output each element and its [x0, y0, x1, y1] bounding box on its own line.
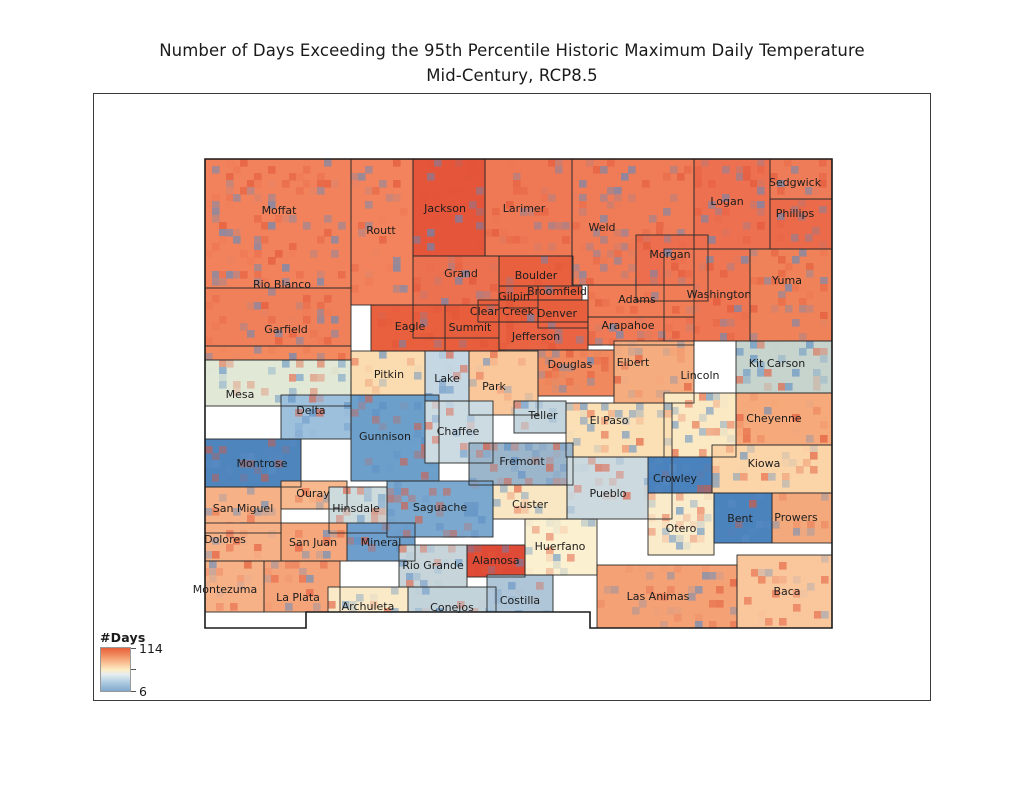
legend-gradient-bar: [100, 647, 131, 692]
map-page: Number of Days Exceeding the 95th Percen…: [0, 0, 1024, 791]
title-line-2: Mid-Century, RCP8.5: [426, 66, 598, 85]
legend-tick-max: [131, 648, 136, 649]
legend-body: 114 6: [99, 642, 194, 699]
title-line-1: Number of Days Exceeding the 95th Percen…: [159, 41, 865, 60]
legend: #Days 114 6: [99, 630, 194, 699]
map-frame: [93, 93, 931, 701]
legend-tick-min: [131, 691, 136, 692]
chart-title: Number of Days Exceeding the 95th Percen…: [0, 38, 1024, 88]
legend-min-value: 6: [139, 684, 147, 699]
legend-max-value: 114: [139, 641, 163, 656]
legend-tick-mid: [131, 669, 136, 670]
